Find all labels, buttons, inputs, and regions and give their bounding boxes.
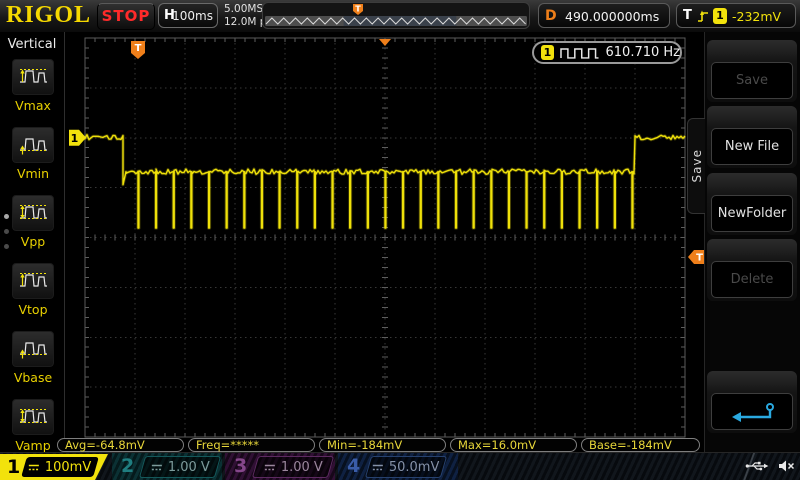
vamp-icon [11, 398, 55, 436]
sidebar-item-label: Vmax [10, 98, 56, 113]
measurement-max: Max=16.0mV [450, 438, 577, 452]
dc-coupling-icon [151, 463, 163, 472]
sidebar-title: Vertical [0, 37, 64, 52]
delete-button[interactable]: Delete [711, 261, 793, 298]
return-arrow-icon [724, 400, 780, 424]
waveform-preview-bar[interactable]: T [262, 2, 530, 29]
run-state-indicator[interactable]: STOP [97, 3, 155, 30]
new-file-button[interactable]: New File [711, 128, 793, 165]
top-status-bar: RIGOL STOP H 100ms 5.00MSa/s 12.0M pts T… [0, 0, 800, 33]
trigger-source-badge: 1 [713, 8, 727, 24]
scope-display: T T 1 [0, 0, 800, 480]
trigger-position-marker[interactable] [131, 41, 145, 59]
sidebar-item-vtop[interactable]: Vtop [10, 262, 56, 317]
channel-1-scale: 100mV [45, 460, 91, 475]
vmax-icon [11, 58, 55, 96]
sidebar-item-vpp[interactable]: Vpp [10, 194, 56, 249]
channel-1-status[interactable]: 1 100mV [0, 454, 108, 480]
sidebar-item-vmax[interactable]: Vmax [10, 58, 56, 113]
sidebar-item-vmin[interactable]: Vmin [10, 126, 56, 181]
trigger-readout[interactable]: T 1 -232mV [676, 3, 796, 28]
frequency-value: 610.710 Hz [606, 45, 681, 60]
delay-readout[interactable]: D 490.000000ms [538, 3, 670, 28]
measurement-avg: Avg=-64.8mV [57, 438, 184, 452]
channel-2-number: 2 [121, 455, 134, 477]
square-wave-icon [560, 46, 600, 60]
measurement-bar: Avg=-64.8mV Freq=***** Min=-184mV Max=16… [0, 437, 800, 452]
trigger-level-value: -232mV [732, 9, 781, 24]
channel-badge: 1 [541, 45, 554, 60]
channel-2-scale: 1.00 V [168, 460, 210, 475]
vertical-measure-sidebar: Vertical Vmax Vmin Vpp Vtop Vbase Vamp [0, 32, 65, 452]
sidebar-item-label: Vpp [10, 234, 56, 249]
measurement-freq: Freq=***** [188, 438, 315, 452]
delay-value: 490.000000ms [565, 9, 659, 24]
page-indicator-dots [4, 204, 9, 259]
channel-3-scale: 1.00 V [281, 460, 323, 475]
sidebar-item-label: Vmin [10, 166, 56, 181]
dc-coupling-icon [372, 463, 384, 472]
channel-3-status[interactable]: 3 1.00 V [225, 453, 335, 480]
channel-1-number: 1 [7, 456, 20, 478]
measurement-min: Min=-184mV [319, 438, 446, 452]
vmin-icon [11, 126, 55, 164]
menu-tab-save: Save [687, 118, 705, 214]
speaker-muted-icon [778, 459, 795, 473]
dc-coupling-icon [28, 463, 40, 472]
horizontal-timebase-box[interactable]: H 100ms [158, 3, 218, 28]
delay-label: D [545, 8, 557, 24]
rising-edge-icon [697, 8, 710, 24]
timebase-value: 100ms [172, 9, 213, 23]
dc-coupling-icon [264, 463, 276, 472]
rigol-logo: RIGOL [6, 2, 91, 29]
frequency-counter: 1 610.710 Hz [532, 41, 682, 64]
vtop-icon [11, 262, 55, 300]
svg-text:T: T [355, 5, 361, 14]
svg-text:1: 1 [71, 132, 79, 145]
channel-status-bar: 1 100mV 2 1.00 V 3 [0, 452, 800, 480]
channel-4-number: 4 [347, 455, 360, 477]
sidebar-item-label: Vbase [10, 370, 56, 385]
menu-tab-label: Save [690, 149, 704, 182]
usb-icon [745, 460, 769, 472]
svg-text:T: T [135, 43, 142, 54]
trigger-label: T [683, 8, 692, 23]
channel-1-position-marker[interactable] [69, 130, 86, 146]
vpp-icon [11, 194, 55, 232]
soft-menu-panel: Save New File NewFolder Delete [704, 32, 800, 452]
channel-4-scale: 50.0mV [389, 460, 440, 475]
sidebar-item-vbase[interactable]: Vbase [10, 330, 56, 385]
channel-4-status[interactable]: 4 50.0mV [338, 453, 458, 480]
save-button[interactable]: Save [711, 62, 793, 99]
channel-2-status[interactable]: 2 1.00 V [112, 453, 222, 480]
return-button[interactable] [711, 393, 793, 430]
vbase-icon [11, 330, 55, 368]
measurement-base: Base=-184mV [581, 438, 700, 452]
oscilloscope-screen: T T 1 RIGOL STOP H 100ms 5.00MSa/s 12.0M p… [0, 0, 800, 480]
svg-text:T: T [696, 252, 703, 263]
sidebar-item-label: Vtop [10, 302, 56, 317]
center-time-marker [379, 39, 391, 46]
channel-3-number: 3 [234, 455, 247, 477]
waveform-trace [85, 135, 685, 228]
newfolder-button[interactable]: NewFolder [711, 195, 793, 232]
